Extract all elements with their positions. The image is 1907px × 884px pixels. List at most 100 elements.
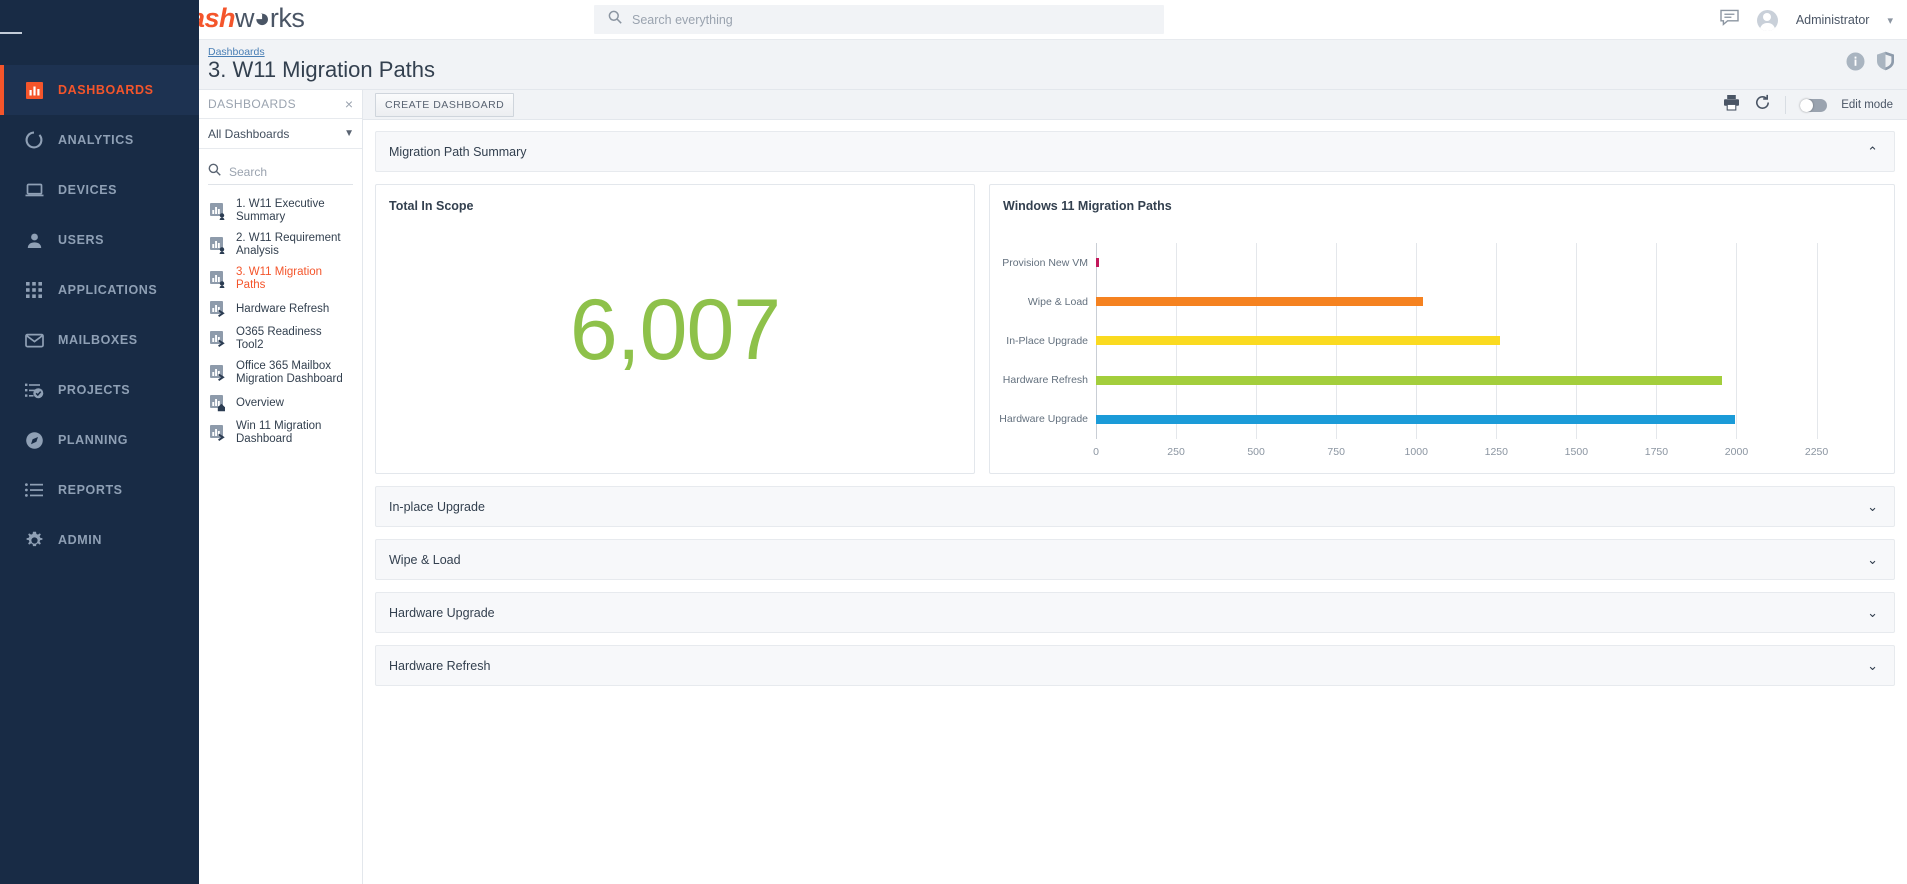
chevron-down-icon: ▼ <box>344 128 354 139</box>
create-dashboard-button[interactable]: CREATE DASHBOARD <box>375 92 515 117</box>
dashboard-toolbar: CREATE DASHBOARD Edit mode <box>363 90 1907 120</box>
section-header-in-place-upgrade[interactable]: In-place Upgrade ⌄ <box>375 486 1895 527</box>
sidebar-item-label: ADMIN <box>58 533 102 547</box>
widget-migration-paths-chart: Windows 11 Migration Paths 0 250 500 750 100… <box>989 184 1895 474</box>
chart-bar-row: Provision New VM <box>1002 243 1830 282</box>
section-title: Migration Path Summary <box>389 144 527 159</box>
chevron-up-icon[interactable]: ⌃ <box>1867 145 1878 158</box>
dashboard-scroll-area[interactable]: Migration Path Summary ⌃ Total In Scope … <box>363 120 1907 884</box>
sidebar-item-applications[interactable]: APPLICATIONS <box>0 265 199 315</box>
global-search-input[interactable]: Search everything <box>594 5 1164 34</box>
dashboards-panel-header: DASHBOARDS × <box>199 90 362 119</box>
bar-chart-icon <box>10 81 58 99</box>
chart-category-label: Hardware Refresh <box>1002 374 1088 387</box>
search-icon <box>608 10 622 29</box>
list-item[interactable]: Office 365 Mailbox Migration Dashboard <box>199 356 362 390</box>
grid-icon <box>10 282 58 298</box>
toolbar-divider <box>1785 96 1787 114</box>
chevron-down-icon[interactable]: ⌄ <box>1867 553 1878 566</box>
section-header-migration-path-summary[interactable]: Migration Path Summary ⌃ <box>375 131 1895 172</box>
dashboards-panel-title: DASHBOARDS <box>208 97 297 111</box>
sidebar-item-reports[interactable]: REPORTS <box>0 465 199 515</box>
sidebar-item-projects[interactable]: PROJECTS <box>0 365 199 415</box>
dashboards-panel: DASHBOARDS × All Dashboards ▼ Search 1. … <box>199 90 363 884</box>
shield-icon[interactable] <box>1876 51 1895 76</box>
refresh-icon[interactable] <box>1754 94 1771 116</box>
page-header-icons <box>1846 51 1895 76</box>
chart-bar[interactable] <box>1096 375 1723 385</box>
chat-icon[interactable] <box>1720 9 1739 31</box>
envelope-icon <box>10 333 58 348</box>
section-header-hardware-refresh[interactable]: Hardware Refresh ⌄ <box>375 645 1895 686</box>
chart-x-tick-label: 2000 <box>1724 446 1749 458</box>
list-item[interactable]: Win 11 Migration Dashboard <box>199 416 362 450</box>
total-in-scope-value: 6,007 <box>569 282 781 378</box>
chart-x-tick-label: 250 <box>1167 446 1185 458</box>
chart-x-tick-label: 2250 <box>1804 446 1829 458</box>
sidebar-item-label: DASHBOARDS <box>58 83 154 97</box>
chevron-down-icon[interactable]: ⌄ <box>1867 606 1878 619</box>
avatar[interactable] <box>1756 9 1778 31</box>
info-icon[interactable] <box>1846 52 1865 76</box>
chart-bar-row: In-Place Upgrade <box>1006 321 1830 360</box>
list-item[interactable]: 2. W11 Requirement Analysis <box>199 228 362 262</box>
chart-bar[interactable] <box>1096 414 1735 424</box>
dashboards-filter-select[interactable]: All Dashboards ▼ <box>199 119 362 149</box>
sidebar-item-analytics[interactable]: ANALYTICS <box>0 115 199 165</box>
chart-bar[interactable] <box>1096 336 1500 346</box>
chevron-down-icon[interactable]: ⌄ <box>1867 659 1878 672</box>
chart-bar[interactable] <box>1096 258 1100 268</box>
list-item-label: 3. W11 Migration Paths <box>236 266 323 291</box>
chart-x-tick-label: 1500 <box>1564 446 1589 458</box>
chart-bar-row: Wipe & Load <box>1028 282 1830 321</box>
sidebar-item-label: USERS <box>58 233 105 247</box>
dashboards-search-input[interactable]: Search <box>208 160 353 185</box>
widget-title: Total In Scope <box>389 199 474 213</box>
donut-icon <box>10 131 58 149</box>
sidebar-item-dashboards[interactable]: DASHBOARDS <box>0 65 199 115</box>
list-item-label: 2. W11 Requirement Analysis <box>236 232 341 257</box>
chart-x-tick-label: 0 <box>1093 446 1099 458</box>
chart-bar-row: Hardware Upgrade <box>999 400 1830 439</box>
chart-area: 0 250 500 750 1000 1250 1500 1750 2000 2250 Provis… <box>990 227 1886 469</box>
sidebar-item-devices[interactable]: DEVICES <box>0 165 199 215</box>
print-icon[interactable] <box>1723 94 1740 116</box>
chevron-down-icon[interactable]: ⌄ <box>1867 500 1878 513</box>
chart-category-label: Wipe & Load <box>1027 295 1088 308</box>
chart-bar[interactable] <box>1096 297 1423 307</box>
sidebar-item-admin[interactable]: ADMIN <box>0 515 199 565</box>
sidebar-item-planning[interactable]: PLANNING <box>0 415 199 465</box>
logo-globe-icon: ◕ <box>254 3 270 33</box>
hamburger-menu-icon[interactable] <box>0 0 199 65</box>
list-item-label: O365 Readiness Tool2 <box>236 326 322 351</box>
chart-category-label: Provision New VM <box>1002 256 1088 269</box>
dashboards-list: 1. W11 Executive Summary 2. W11 Requirem… <box>199 185 362 450</box>
list-item[interactable]: 1. W11 Executive Summary <box>199 194 362 228</box>
dashboard-user-icon <box>208 270 228 288</box>
chart-x-tick-label: 1000 <box>1404 446 1428 458</box>
sidebar-item-users[interactable]: USERS <box>0 215 199 265</box>
list-item[interactable]: Hardware Refresh <box>199 296 362 322</box>
chevron-down-icon[interactable]: ▾ <box>1887 14 1893 27</box>
list-item-label: Overview <box>236 396 284 409</box>
section-title: Hardware Upgrade <box>389 605 495 620</box>
user-menu-label[interactable]: Administrator <box>1796 13 1870 27</box>
section-title: Hardware Refresh <box>389 658 491 673</box>
list-item-label: Office 365 Mailbox Migration Dashboard <box>236 360 343 385</box>
list-item[interactable]: O365 Readiness Tool2 <box>199 322 362 356</box>
sidebar-item-mailboxes[interactable]: MAILBOXES <box>0 315 199 365</box>
section-header-hardware-upgrade[interactable]: Hardware Upgrade ⌄ <box>375 592 1895 633</box>
chart-bar-row: Hardware Refresh <box>1003 361 1830 400</box>
page-header: Dashboards 3. W11 Migration Paths <box>199 40 1907 90</box>
close-icon[interactable]: × <box>345 97 353 111</box>
list-item-selected[interactable]: 3. W11 Migration Paths <box>199 262 362 296</box>
edit-mode-toggle[interactable] <box>1800 98 1828 112</box>
top-bar: dashw◕rks Search everything Administrato… <box>174 0 1907 40</box>
left-navigation: DASHBOARDS ANALYTICS DEVICES USERS APPLI… <box>0 0 199 884</box>
list-item[interactable]: Overview <box>199 390 362 416</box>
toolbar-right: Edit mode <box>1723 90 1893 120</box>
section-header-wipe-and-load[interactable]: Wipe & Load ⌄ <box>375 539 1895 580</box>
sidebar-item-label: PLANNING <box>58 433 129 447</box>
widget-title: Windows 11 Migration Paths <box>1003 199 1172 213</box>
chart-x-tick-label: 1250 <box>1484 446 1508 458</box>
